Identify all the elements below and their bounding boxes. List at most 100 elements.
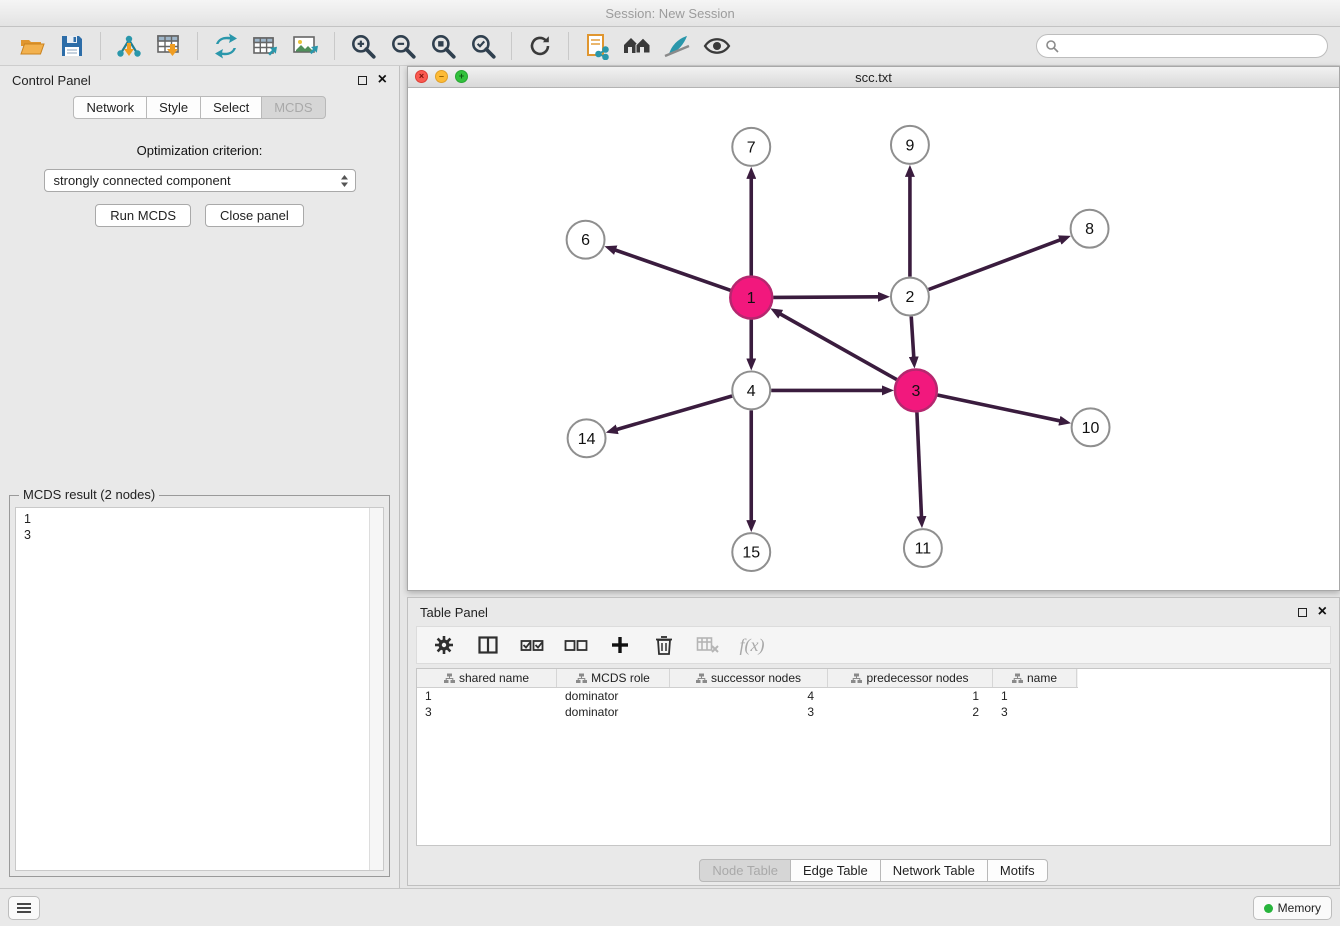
close-panel-icon[interactable]: × — [378, 72, 387, 88]
import-table-button[interactable] — [149, 29, 189, 63]
graph-edge-2-3[interactable] — [911, 317, 914, 358]
result-line[interactable]: 3 — [24, 527, 375, 543]
maximize-window-icon[interactable]: + — [455, 70, 468, 83]
tab-network-table[interactable]: Network Table — [880, 859, 988, 882]
graph-edge-2-8[interactable] — [929, 240, 1061, 290]
function-builder-button[interactable]: f(x) — [735, 630, 769, 660]
tab-network[interactable]: Network — [73, 96, 147, 119]
show-hide-button[interactable] — [697, 29, 737, 63]
delete-column-button[interactable] — [647, 630, 681, 660]
refresh-layout-button[interactable] — [520, 29, 560, 63]
column-header-predecessor-nodes[interactable]: predecessor nodes — [828, 669, 993, 687]
zoom-fit-button[interactable] — [423, 29, 463, 63]
network-tools-button[interactable] — [206, 29, 246, 63]
graph-node-1[interactable]: 1 — [730, 277, 772, 319]
tab-select[interactable]: Select — [200, 96, 262, 119]
svg-text:15: 15 — [742, 545, 760, 562]
clone-network-button[interactable] — [577, 29, 617, 63]
zoom-in-button[interactable] — [343, 29, 383, 63]
zoom-in-icon — [349, 32, 377, 60]
save-session-button[interactable] — [52, 29, 92, 63]
table-cell[interactable]: dominator — [557, 688, 670, 704]
open-session-button[interactable] — [12, 29, 52, 63]
delete-table-button[interactable] — [691, 630, 725, 660]
svg-text:10: 10 — [1082, 420, 1100, 437]
graph-edge-4-14[interactable] — [616, 396, 732, 430]
export-image-button[interactable] — [286, 29, 326, 63]
style-brush-button[interactable] — [657, 29, 697, 63]
table-cell[interactable]: 4 — [670, 688, 828, 704]
graph-edge-3-1[interactable] — [780, 314, 897, 380]
column-header-successor-nodes[interactable]: successor nodes — [670, 669, 828, 687]
search-input[interactable] — [1064, 39, 1319, 54]
table-cell[interactable]: 1 — [828, 688, 993, 704]
zoom-out-button[interactable] — [383, 29, 423, 63]
memory-label: Memory — [1278, 901, 1321, 915]
graph-node-11[interactable]: 11 — [904, 529, 942, 567]
column-header-shared-name[interactable]: shared name — [417, 669, 557, 687]
tab-style[interactable]: Style — [146, 96, 201, 119]
network-graph[interactable]: 7 9 6 8 1 2 4 3 14 10 15 11 — [408, 89, 1339, 590]
home-view-button[interactable] — [617, 29, 657, 63]
network-window: × – + scc.txt 7 9 6 8 1 2 4 3 14 10 15 11 — [407, 66, 1340, 591]
add-column-button[interactable] — [603, 630, 637, 660]
svg-text:9: 9 — [905, 137, 914, 154]
float-panel-icon[interactable] — [358, 76, 367, 85]
close-window-icon[interactable]: × — [415, 70, 428, 83]
svg-text:6: 6 — [581, 232, 590, 249]
node-table[interactable]: shared nameMCDS rolesuccessor nodesprede… — [416, 668, 1331, 846]
graph-node-6[interactable]: 6 — [567, 221, 605, 259]
graph-edge-1-2[interactable] — [773, 297, 879, 298]
table-cell[interactable]: 1 — [417, 688, 557, 704]
graph-node-10[interactable]: 10 — [1072, 408, 1110, 446]
graph-node-2[interactable]: 2 — [891, 278, 929, 316]
result-line[interactable]: 1 — [24, 511, 375, 527]
tab-motifs[interactable]: Motifs — [987, 859, 1048, 882]
network-window-titlebar[interactable]: × – + scc.txt — [408, 67, 1339, 88]
sort-icon — [696, 673, 707, 684]
result-scrollbar[interactable] — [369, 508, 383, 870]
show-columns-button[interactable] — [471, 630, 505, 660]
table-cell[interactable]: 3 — [993, 704, 1077, 720]
zoom-selected-button[interactable] — [463, 29, 503, 63]
import-network-button[interactable] — [109, 29, 149, 63]
table-cell[interactable]: 1 — [993, 688, 1077, 704]
table-cell[interactable]: dominator — [557, 704, 670, 720]
search-box[interactable] — [1036, 34, 1328, 58]
graph-node-9[interactable]: 9 — [891, 126, 929, 164]
mcds-result-area[interactable]: 1 3 — [15, 507, 384, 871]
graph-node-3[interactable]: 3 — [895, 369, 937, 411]
export-table-button[interactable] — [246, 29, 286, 63]
float-panel-icon[interactable] — [1298, 608, 1307, 617]
network-canvas[interactable]: 7 9 6 8 1 2 4 3 14 10 15 11 — [408, 89, 1339, 590]
run-mcds-button[interactable]: Run MCDS — [95, 204, 191, 227]
column-header-name[interactable]: name — [993, 669, 1077, 687]
graph-edge-3-10[interactable] — [937, 395, 1060, 421]
table-cell[interactable]: 3 — [670, 704, 828, 720]
criterion-dropdown[interactable]: strongly connected component — [44, 169, 356, 192]
table-row[interactable]: 3dominator323 — [417, 704, 1078, 720]
table-cell[interactable]: 3 — [417, 704, 557, 720]
table-row[interactable]: 1dominator411 — [417, 688, 1078, 704]
close-panel-icon[interactable]: × — [1318, 604, 1327, 620]
minimize-window-icon[interactable]: – — [435, 70, 448, 83]
close-panel-button[interactable]: Close panel — [205, 204, 304, 227]
tab-node-table[interactable]: Node Table — [699, 859, 791, 882]
deselect-all-button[interactable] — [559, 630, 593, 660]
select-all-button[interactable] — [515, 630, 549, 660]
memory-button[interactable]: Memory — [1253, 896, 1332, 920]
column-header-mcds-role[interactable]: MCDS role — [557, 669, 670, 687]
graph-node-7[interactable]: 7 — [732, 128, 770, 166]
toolbar-separator — [100, 32, 101, 60]
graph-edge-1-6[interactable] — [615, 250, 731, 290]
table-cell[interactable]: 2 — [828, 704, 993, 720]
tab-edge-table[interactable]: Edge Table — [790, 859, 881, 882]
table-settings-button[interactable] — [427, 630, 461, 660]
task-history-button[interactable] — [8, 896, 40, 920]
graph-edge-3-11[interactable] — [917, 412, 922, 517]
graph-node-8[interactable]: 8 — [1071, 210, 1109, 248]
tab-mcds[interactable]: MCDS — [261, 96, 325, 119]
graph-node-15[interactable]: 15 — [732, 533, 770, 571]
graph-node-4[interactable]: 4 — [732, 371, 770, 409]
graph-node-14[interactable]: 14 — [568, 419, 606, 457]
